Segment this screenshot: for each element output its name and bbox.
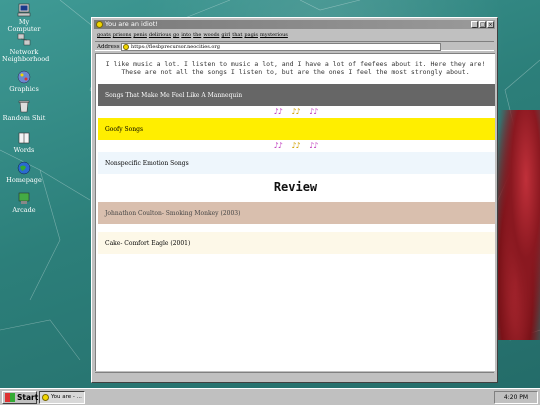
music-notes-divider: ♪♪ ♪♪ ♪♪	[96, 140, 495, 152]
windows-logo-icon	[5, 393, 15, 402]
recycle-bin-icon	[17, 99, 31, 113]
page-favicon-icon	[123, 44, 129, 50]
desktop-icon-label: Random Shit	[2, 114, 46, 122]
desktop-icon-random-shit[interactable]: Random Shit	[2, 99, 46, 122]
music-note-icon: ♪♪	[273, 141, 283, 150]
taskbar: Start You are - ... 4:20 PM	[0, 388, 540, 405]
address-bar: Address https://flesbprecursor.neocities…	[95, 41, 494, 51]
computer-icon	[17, 3, 31, 17]
desktop-icon-homepage[interactable]: Homepage	[2, 161, 46, 184]
menu-item[interactable]: girl	[221, 31, 230, 39]
taskbar-window-label: You are - ...	[51, 394, 82, 400]
desktop-icon-label: Network Neighborhood	[2, 48, 50, 63]
menu-item[interactable]: the	[193, 31, 201, 39]
desktop-icon-label: Homepage	[6, 176, 42, 184]
address-label: Address	[97, 44, 120, 50]
desktop-icon-label: Graphics	[9, 85, 39, 93]
desktop-icon-label: Words	[13, 146, 35, 154]
section-mannequin-songs[interactable]: Songs That Make Me Feel Like A Mannequin	[98, 84, 495, 106]
review-coulton[interactable]: Johnathon Coulton- Smoking Monkey (2003)	[98, 202, 495, 224]
blood-decoration	[496, 110, 540, 340]
review-cake[interactable]: Cake- Comfort Eagle (2001)	[98, 232, 495, 254]
smiley-icon	[42, 394, 49, 401]
network-icon	[17, 33, 31, 47]
browser-window: You are an idiot! _ □ × goats prisons pe…	[91, 17, 498, 383]
music-note-icon: ♪♪	[309, 107, 318, 116]
menu-item[interactable]: mysterious	[260, 31, 288, 39]
menu-item[interactable]: go	[173, 31, 179, 39]
section-label: Goofy Songs	[105, 125, 144, 133]
desktop-icon-network-neighborhood[interactable]: Network Neighborhood	[2, 33, 50, 63]
graphics-icon	[17, 70, 31, 84]
status-bar	[95, 372, 494, 380]
music-note-icon: ♪♪	[309, 141, 318, 150]
desktop-icon-words[interactable]: Words	[2, 131, 46, 154]
start-label: Start	[17, 393, 39, 402]
taskbar-window-button[interactable]: You are - ...	[39, 391, 85, 404]
menu-item[interactable]: penis	[133, 31, 147, 39]
start-button[interactable]: Start	[2, 391, 39, 404]
section-label: Songs That Make Me Feel Like A Mannequin	[105, 91, 243, 99]
review-label: Cake- Comfort Eagle (2001)	[105, 239, 191, 247]
music-note-icon: ♪♪	[273, 107, 283, 116]
minimize-button[interactable]: _	[471, 21, 478, 28]
music-note-icon: ♪♪	[291, 107, 300, 116]
menu-item[interactable]: delirious	[149, 31, 171, 39]
desktop-icon-label: My Computer	[7, 18, 41, 33]
desktop-icon-graphics[interactable]: Graphics	[2, 70, 46, 93]
globe-icon	[17, 161, 31, 175]
intro-text: I like music a lot. I listen to music a …	[96, 54, 495, 84]
smiley-icon	[96, 21, 103, 28]
intro-line: These are not all the songs I listen to,…	[121, 68, 470, 76]
menu-bar: goats prisons penis delirious go into th…	[95, 31, 494, 39]
system-tray-clock: 4:20 PM	[494, 391, 538, 404]
window-titlebar[interactable]: You are an idiot! _ □ ×	[94, 20, 495, 29]
desktop-icon-my-computer[interactable]: My Computer	[2, 3, 46, 33]
intro-line: I like music a lot. I listen to music a …	[105, 60, 486, 68]
section-label: Nonspecific Emotion Songs	[105, 159, 189, 167]
address-input[interactable]: https://flesbprecursor.neocities.org	[121, 43, 441, 51]
section-nonspecific-emotion-songs[interactable]: Nonspecific Emotion Songs	[98, 152, 495, 174]
music-notes-divider: ♪♪ ♪♪ ♪♪	[96, 106, 495, 118]
review-heading: Review	[273, 180, 318, 194]
section-goofy-songs[interactable]: Goofy Songs	[98, 118, 495, 140]
music-note-icon: ♪♪	[291, 141, 300, 150]
menu-item[interactable]: into	[181, 31, 191, 39]
arcade-icon	[17, 191, 31, 205]
menu-item[interactable]: prisons	[113, 31, 132, 39]
review-label: Johnathon Coulton- Smoking Monkey (2003)	[105, 209, 241, 217]
close-button[interactable]: ×	[487, 21, 494, 28]
desktop-icon-arcade[interactable]: Arcade	[2, 191, 46, 214]
maximize-button[interactable]: □	[479, 21, 486, 28]
menu-item[interactable]: pagis	[244, 31, 258, 39]
menu-item[interactable]: goats	[97, 31, 111, 39]
menu-item[interactable]: woods	[203, 31, 219, 39]
clock: 4:20 PM	[503, 394, 529, 401]
address-value: https://flesbprecursor.neocities.org	[131, 44, 220, 50]
book-icon	[17, 131, 31, 145]
window-title: You are an idiot!	[105, 20, 158, 28]
page-content: I like music a lot. I listen to music a …	[95, 53, 495, 371]
desktop-icon-label: Arcade	[12, 206, 36, 214]
menu-item[interactable]: that	[232, 31, 242, 39]
